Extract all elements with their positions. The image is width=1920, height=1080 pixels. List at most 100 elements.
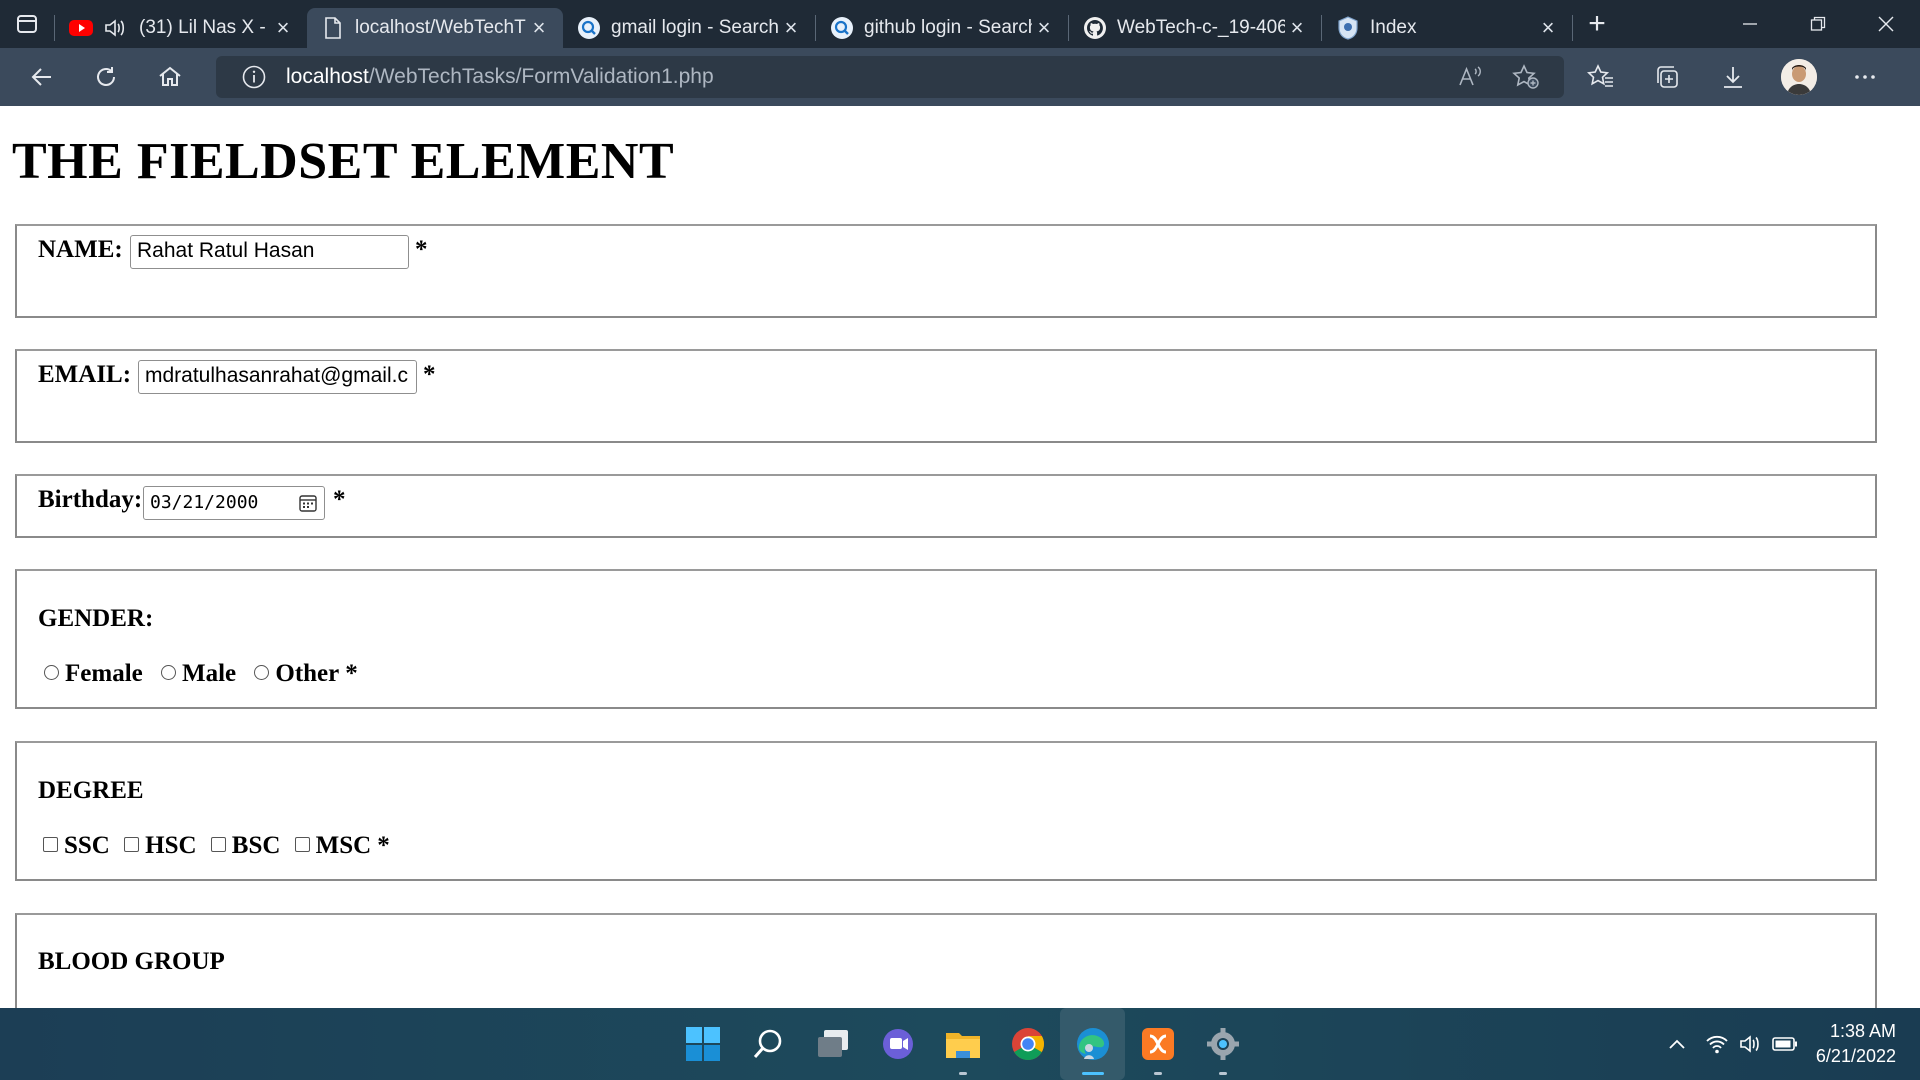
url-text[interactable]: localhost/WebTechTasks/FormValidation1.p… [286, 65, 714, 89]
collections-icon [1657, 66, 1678, 88]
home-button[interactable] [138, 48, 202, 106]
birthday-date-input[interactable]: 03/21/2000 [143, 486, 325, 520]
close-icon[interactable]: × [527, 15, 551, 40]
email-label: EMAIL: [38, 361, 132, 388]
required-marker: * [345, 660, 358, 687]
edge-button[interactable] [1060, 1008, 1125, 1080]
required-marker: * [333, 486, 346, 513]
gender-fieldset: GENDER: Female Male Other * [15, 569, 1877, 709]
gender-option-other[interactable]: Other [254, 660, 339, 687]
address-bar[interactable]: localhost/WebTechTasks/FormValidation1.p… [216, 56, 1564, 98]
wifi-button[interactable] [1700, 1024, 1734, 1064]
more-options-button[interactable] [1832, 48, 1898, 106]
degree-option-msc[interactable]: MSC [294, 832, 371, 859]
tab-github-repo[interactable]: WebTech-c-_19-406 × [1069, 8, 1321, 48]
bsc-checkbox[interactable] [210, 836, 226, 852]
degree-option-ssc[interactable]: SSC [43, 832, 110, 859]
tab-localhost[interactable]: localhost/WebTechT × [307, 8, 563, 48]
start-icon [685, 1027, 720, 1061]
degree-option-bsc[interactable]: BSC [210, 832, 281, 859]
close-icon[interactable]: × [1032, 15, 1056, 40]
running-indicator [1154, 1072, 1162, 1075]
tab-title: WebTech-c-_19-406 [1117, 17, 1285, 38]
gender-option-male[interactable]: Male [160, 660, 236, 687]
taskbar-clock[interactable]: 1:38 AM 6/21/2022 [1816, 1019, 1896, 1069]
required-marker: * [423, 361, 436, 388]
option-label: SSC [64, 832, 110, 859]
new-tab-button[interactable]: + [1573, 0, 1621, 48]
option-label: BSC [231, 832, 281, 859]
site-info-button[interactable] [234, 56, 274, 98]
show-hidden-icons-button[interactable] [1660, 1024, 1694, 1064]
option-label: Other [275, 660, 340, 687]
gender-label: GENDER: [38, 605, 154, 632]
gender-options: Female Male Other * [44, 660, 358, 688]
chrome-button[interactable] [995, 1008, 1060, 1080]
volume-button[interactable] [1734, 1024, 1768, 1064]
running-indicator [1219, 1072, 1227, 1075]
profile-button[interactable] [1766, 48, 1832, 106]
minimize-button[interactable] [1716, 0, 1784, 48]
close-icon[interactable]: × [1285, 15, 1309, 40]
back-button[interactable] [10, 48, 74, 106]
tab-gmail-search[interactable]: gmail login - Search × [563, 8, 815, 48]
tab-youtube[interactable]: (31) Lil Nas X - × [55, 8, 307, 48]
male-radio[interactable] [160, 664, 176, 680]
refresh-icon [97, 67, 115, 86]
tab-title: Index [1370, 17, 1417, 38]
edge-icon [1076, 1028, 1109, 1060]
name-input[interactable]: Rahat Ratul Hasan [130, 235, 409, 269]
xampp-button[interactable] [1125, 1008, 1190, 1080]
home-icon [159, 66, 181, 86]
birthday-fieldset: Birthday: 03/21/2000 * [15, 474, 1877, 538]
favorites-button[interactable] [1568, 48, 1634, 106]
tab-github-search[interactable]: github login - Search × [816, 8, 1068, 48]
settings-button[interactable] [1190, 1008, 1255, 1080]
speaker-icon[interactable] [103, 16, 127, 40]
download-icon [1724, 67, 1742, 88]
file-explorer-button[interactable] [930, 1008, 995, 1080]
tab-actions-icon [17, 15, 37, 33]
read-aloud-button[interactable] [1442, 56, 1498, 98]
msc-checkbox[interactable] [294, 836, 310, 852]
chat-button[interactable] [865, 1008, 930, 1080]
tab-bar: (31) Lil Nas X - × localhost/WebTechT × … [0, 0, 1920, 48]
downloads-button[interactable] [1700, 48, 1766, 106]
close-window-button[interactable] [1852, 0, 1920, 48]
address-bar-actions [1442, 56, 1554, 98]
email-input[interactable]: mdratulhasanrahat@gmail.c [138, 360, 417, 394]
other-radio[interactable] [254, 664, 270, 680]
add-favorite-button[interactable] [1498, 56, 1554, 98]
tab-actions-button[interactable] [0, 0, 54, 48]
back-arrow-icon [31, 68, 51, 86]
collections-button[interactable] [1634, 48, 1700, 106]
degree-option-hsc[interactable]: HSC [124, 832, 197, 859]
birthday-value: 03/21/2000 [150, 492, 259, 513]
required-marker: * [415, 236, 428, 263]
refresh-button[interactable] [74, 48, 138, 106]
email-fieldset: EMAIL: mdratulhasanrahat@gmail.c * [15, 349, 1877, 443]
speaker-icon [1740, 1035, 1759, 1053]
calendar-icon[interactable] [298, 493, 318, 513]
start-button[interactable] [670, 1008, 735, 1080]
page-icon [321, 16, 345, 40]
female-radio[interactable] [44, 664, 59, 680]
close-icon[interactable]: × [779, 15, 803, 40]
close-icon[interactable]: × [1536, 15, 1560, 40]
xampp-shield-icon [1336, 16, 1360, 40]
battery-button[interactable] [1768, 1024, 1802, 1064]
ssc-checkbox[interactable] [43, 836, 58, 852]
read-aloud-icon [1459, 66, 1481, 86]
settings-icon [1206, 1028, 1239, 1060]
taskbar-search-button[interactable] [735, 1008, 800, 1080]
tab-index[interactable]: Index × [1322, 8, 1572, 48]
task-view-button[interactable] [800, 1008, 865, 1080]
close-icon[interactable]: × [271, 15, 295, 40]
gender-option-female[interactable]: Female [44, 660, 143, 687]
degree-label: DEGREE [38, 777, 144, 804]
restore-button[interactable] [1784, 0, 1852, 48]
chrome-icon [1011, 1028, 1044, 1060]
chat-icon [882, 1029, 913, 1059]
toolbar-right [1568, 48, 1898, 106]
hsc-checkbox[interactable] [124, 836, 140, 852]
